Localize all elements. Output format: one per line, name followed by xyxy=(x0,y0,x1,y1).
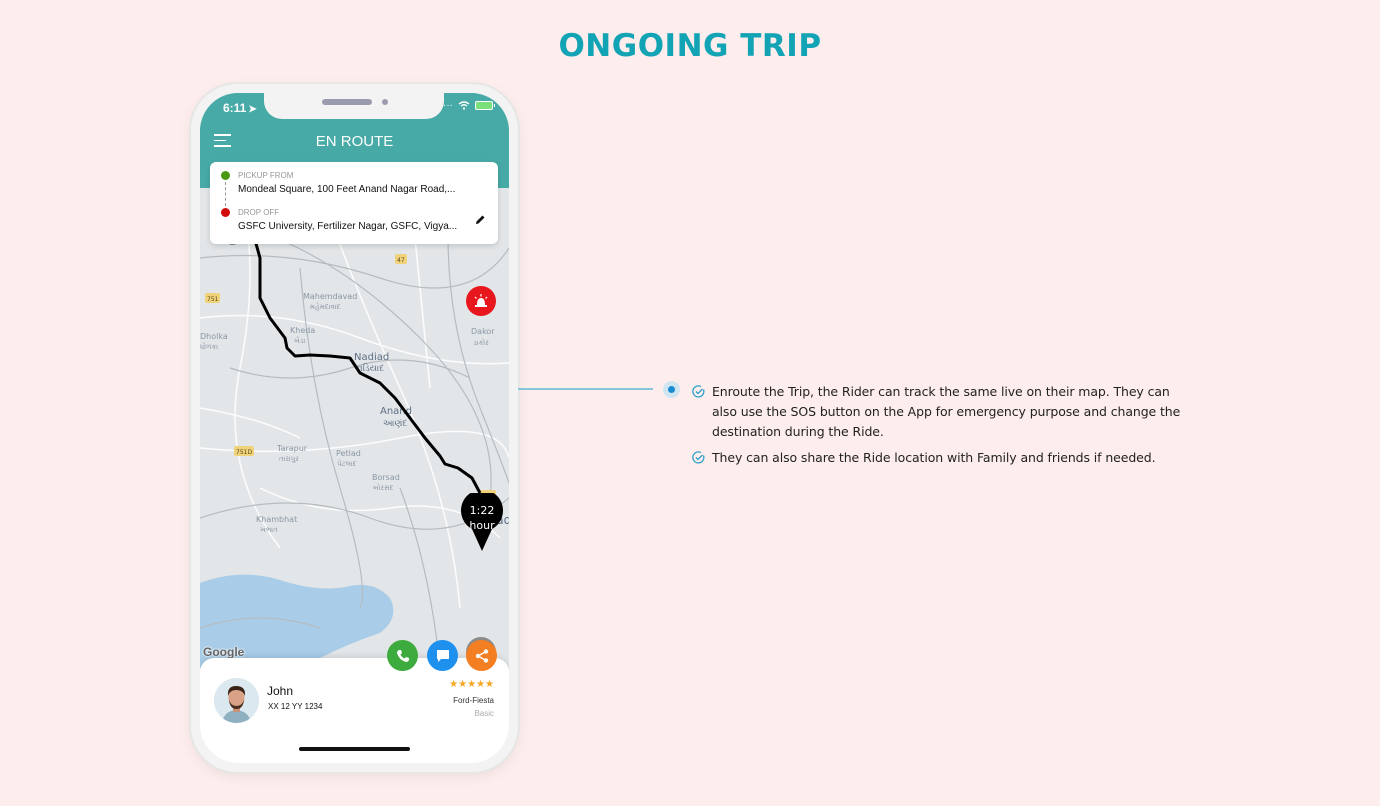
eta-value: 1:22 xyxy=(470,504,495,517)
status-icons: ···· xyxy=(439,100,495,111)
road-sign: 751 xyxy=(207,296,219,303)
map-label: Petlad xyxy=(336,449,361,458)
map-label: Dholka xyxy=(200,332,228,341)
map-label: Khambhat xyxy=(256,515,297,524)
status-time: 6:11 ➤ xyxy=(223,101,257,115)
drop-dot-icon xyxy=(221,208,230,217)
map-label: ખેડા xyxy=(294,336,306,345)
siren-icon xyxy=(474,294,488,307)
phone-icon xyxy=(396,649,409,662)
phone-mockup: Ahmedabad અમદાવાદ Kapadvanj કપડવંજ 47 75… xyxy=(191,84,518,772)
share-icon xyxy=(475,648,488,663)
pickup-label: PICKUP FROM xyxy=(238,171,294,180)
connector-line xyxy=(518,388,653,390)
phone-notch xyxy=(264,93,444,119)
signal-icon: ···· xyxy=(439,100,453,111)
map-label: ધોળકા xyxy=(200,342,218,351)
map-label: બોરસદ xyxy=(373,483,394,492)
driver-avatar xyxy=(214,678,259,723)
car-model: Ford-Fiesta xyxy=(453,696,494,705)
map-label: આણંદ xyxy=(383,418,407,429)
check-circle-icon xyxy=(692,385,705,398)
eta-unit: hour xyxy=(469,519,495,532)
map-label: Kheda xyxy=(290,326,315,335)
phone-screen: Ahmedabad અમદાવાદ Kapadvanj કપડવંજ 47 75… xyxy=(200,93,509,763)
speaker xyxy=(322,99,372,105)
car-type: Basic xyxy=(474,709,494,718)
feature-text: They can also share the Ride location wi… xyxy=(712,450,1156,465)
call-driver-button[interactable] xyxy=(387,640,418,671)
map-label: ડાકોર xyxy=(473,338,489,347)
map-label: પેટલાદ xyxy=(337,459,357,468)
map[interactable]: Ahmedabad અમદાવાદ Kapadvanj કપડવંજ 47 75… xyxy=(200,188,509,668)
chat-icon xyxy=(436,649,449,662)
road-sign: 47 xyxy=(397,257,405,264)
map-label: Borsad xyxy=(372,473,400,482)
sos-button[interactable] xyxy=(466,286,496,316)
map-label: Tarapur xyxy=(276,444,308,453)
driver-rating-stars: ★★★★★ xyxy=(449,679,494,690)
driver-card: John XX 12 YY 1234 ★★★★★ Ford-Fiesta Bas… xyxy=(200,658,509,763)
driver-name: John xyxy=(267,684,294,698)
battery-charging-icon xyxy=(475,101,495,110)
map-label: ખંભાત xyxy=(260,526,278,534)
eta-marker: 1:22 hour xyxy=(461,493,503,551)
feature-list: Enroute the Trip, the Rider can track th… xyxy=(692,382,1182,474)
feature-item: Enroute the Trip, the Rider can track th… xyxy=(692,382,1182,442)
check-circle-icon xyxy=(692,451,705,464)
pickup-address[interactable]: Mondeal Square, 100 Feet Anand Nagar Roa… xyxy=(238,184,455,195)
pencil-icon xyxy=(476,215,485,224)
home-indicator xyxy=(299,747,410,751)
chat-driver-button[interactable] xyxy=(427,640,458,671)
screen-title: EN ROUTE xyxy=(315,133,394,150)
camera xyxy=(382,99,388,105)
drop-address[interactable]: GSFC University, Fertilizer Nagar, GSFC,… xyxy=(238,221,457,232)
feature-item: They can also share the Ride location wi… xyxy=(692,448,1182,468)
page-title: ONGOING TRIP xyxy=(558,28,822,64)
share-ride-button[interactable] xyxy=(466,640,497,671)
feature-text: Enroute the Trip, the Rider can track th… xyxy=(712,384,1181,439)
map-label: Nadiad xyxy=(354,352,389,363)
pickup-dot-icon xyxy=(221,171,230,180)
route-dash-line xyxy=(225,182,226,206)
map-label: Dakor xyxy=(471,327,495,336)
google-logo: Google xyxy=(203,645,245,659)
wifi-icon xyxy=(458,101,470,110)
location-arrow-icon: ➤ xyxy=(248,104,257,115)
map-label: મહેમદાવાદ xyxy=(310,302,341,311)
drop-label: DROP OFF xyxy=(238,208,280,217)
map-label: તારાપુર xyxy=(279,455,299,463)
map-label: Mahemdavad xyxy=(303,292,357,301)
road-sign: 751D xyxy=(236,449,252,456)
edit-destination-button[interactable] xyxy=(475,213,486,228)
connector-bullet xyxy=(663,381,680,398)
clock: 6:11 xyxy=(223,101,247,115)
trip-address-card: PICKUP FROM Mondeal Square, 100 Feet Ana… xyxy=(210,162,498,244)
vehicle-plate: XX 12 YY 1234 xyxy=(268,702,323,711)
